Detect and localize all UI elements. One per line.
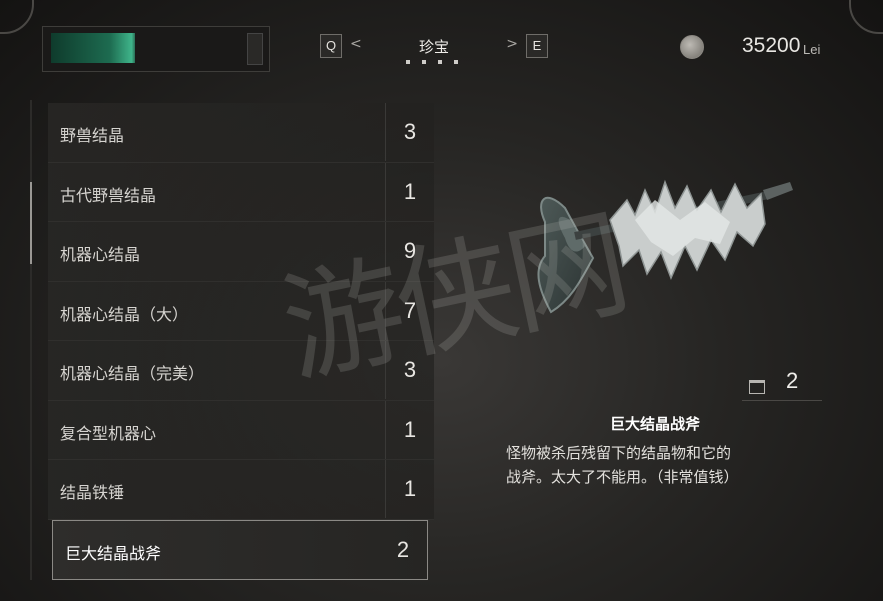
item-name: 机器心结晶 — [60, 245, 141, 264]
prev-tab-key[interactable]: Q — [320, 34, 342, 58]
list-scrollbar-thumb[interactable] — [30, 182, 32, 264]
item-count: 1 — [385, 400, 434, 459]
currency-unit: Lei — [803, 42, 821, 57]
tab-page-dot — [438, 60, 442, 64]
corner-frame-left — [0, 0, 34, 34]
list-item[interactable]: 复合型机器心 1 — [48, 400, 434, 460]
item-description-line: 战斧。太大了不能用。（非常值钱） — [506, 468, 739, 486]
owned-count-divider — [742, 400, 822, 401]
corner-frame-right — [849, 0, 883, 34]
item-name: 巨大结晶战斧 — [65, 543, 162, 563]
tab-page-indicator — [406, 60, 466, 66]
item-name: 结晶铁锤 — [60, 483, 125, 502]
tab-page-dot — [406, 60, 410, 64]
item-name: 机器心结晶（完美） — [60, 364, 205, 383]
item-name: 机器心结晶（大） — [60, 304, 189, 324]
tab-treasure[interactable]: 珍宝 — [370, 36, 498, 57]
tab-page-dot — [454, 60, 458, 64]
item-name: 古代野兽结晶 — [60, 185, 157, 205]
currency-amount: 35200 — [742, 34, 801, 57]
item-count: 1 — [385, 460, 434, 518]
list-item[interactable]: 野兽结晶 3 — [48, 103, 434, 163]
item-detail-name: 巨大结晶战斧 — [609, 415, 700, 433]
next-tab-key[interactable]: E — [526, 34, 548, 58]
list-scrollbar-track[interactable] — [30, 100, 32, 580]
chevron-left-icon[interactable]: < — [350, 36, 362, 52]
coin-icon — [680, 35, 704, 59]
health-bar-cap — [247, 33, 263, 65]
health-bar-fill — [51, 33, 135, 63]
list-item[interactable]: 巨大结晶战斧 2 — [52, 519, 428, 580]
item-name: 野兽结晶 — [60, 126, 125, 145]
category-tabs: Q < 珍宝 > E — [320, 34, 548, 70]
health-bar — [42, 26, 270, 72]
tab-page-dot — [422, 60, 426, 64]
item-name: 复合型机器心 — [60, 423, 157, 443]
item-count: 3 — [385, 103, 434, 161]
chevron-right-icon[interactable]: > — [506, 36, 518, 52]
owned-count: 2 — [786, 368, 799, 393]
inventory-case-icon — [749, 380, 765, 394]
list-item[interactable]: 结晶铁锤 1 — [48, 460, 434, 520]
item-description-line: 怪物被杀后残留下的结晶物和它的 — [506, 444, 732, 462]
item-count: 2 — [396, 536, 410, 562]
item-detail-description: 怪物被杀后残留下的结晶物和它的 战斧。太大了不能用。（非常值钱） — [506, 441, 816, 489]
